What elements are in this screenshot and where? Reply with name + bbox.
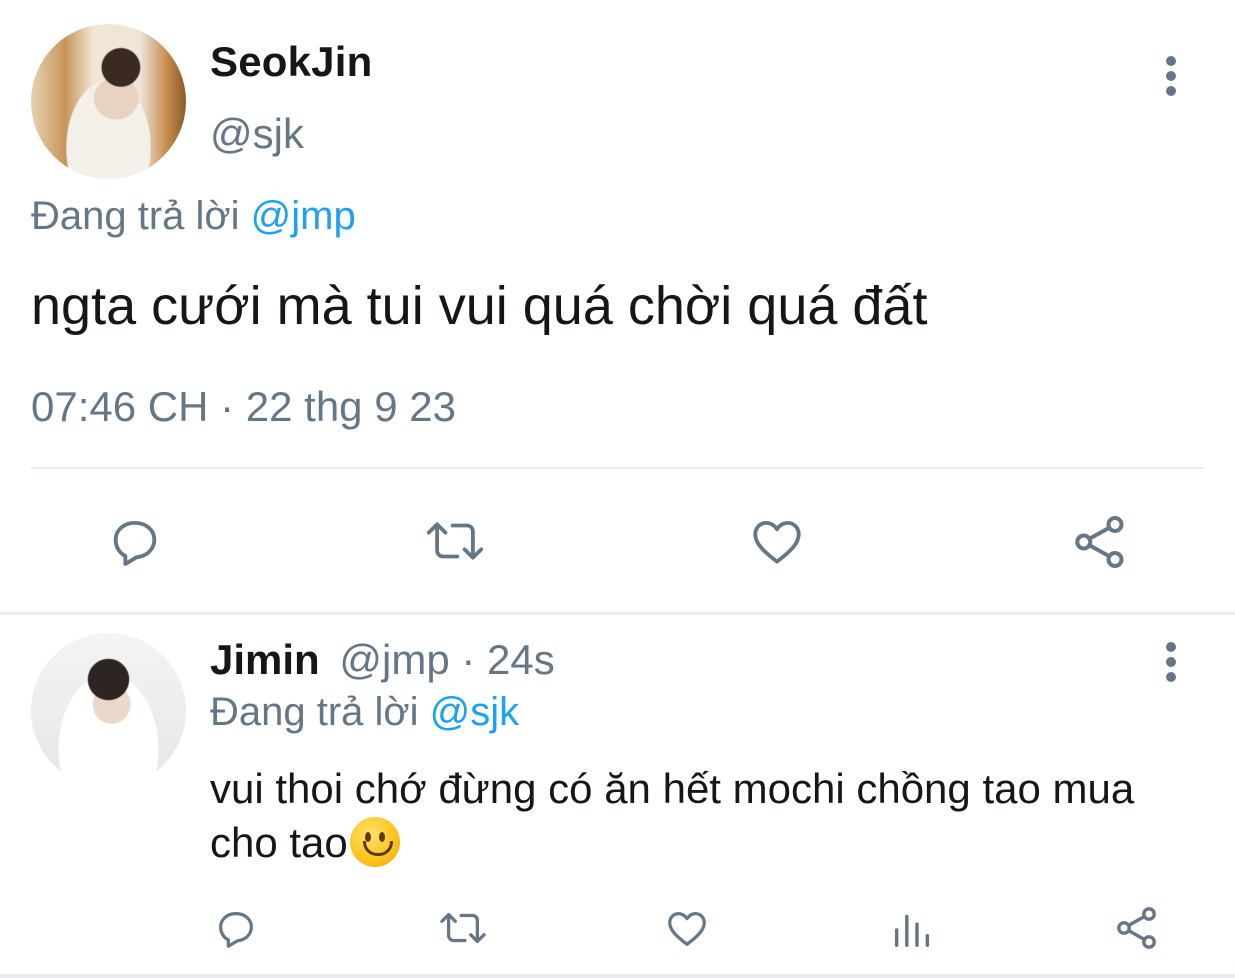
avatar[interactable] [31,24,186,179]
tweet-timestamp[interactable]: 07:46 CH · 22 thg 9 23 [31,383,456,431]
avatar[interactable] [31,633,186,788]
replying-to-label: Đang trả lời [31,194,251,238]
more-options-icon[interactable] [1156,640,1186,684]
more-options-icon[interactable] [1156,54,1186,98]
handle-and-time[interactable]: @jmp · 24s [339,636,554,683]
bar-chart-icon[interactable] [889,905,935,951]
display-name[interactable]: SeokJin [210,38,372,86]
heart-icon[interactable] [748,512,806,570]
heart-icon[interactable] [664,905,710,951]
divider [0,974,1235,978]
user-handle[interactable]: @sjk [210,110,304,158]
tweet-text: vui thoi chớ đừng có ăn hết mochi chồng … [210,762,1200,870]
tweet-text-content: vui thoi chớ đừng có ăn hết mochi chồng … [210,765,1135,866]
mention-link[interactable]: @jmp [251,194,356,238]
replying-to-line: Đang trả lời @sjk [210,690,519,735]
comment-icon[interactable] [213,905,259,951]
tweet-text: ngta cưới mà tui vui quá chời quá đất [31,276,928,336]
retweet-icon[interactable] [424,512,486,570]
replying-to-label: Đang trả lời [210,690,430,734]
reply-header: Jimin @jmp · 24s [210,636,555,684]
divider [31,467,1204,469]
display-name[interactable]: Jimin [210,636,320,683]
share-icon[interactable] [1113,904,1161,952]
replying-to-line: Đang trả lời @jmp [31,194,356,239]
tweet-thread: SeokJin @sjk Đang trả lời @jmp ngta cưới… [0,0,1235,978]
slightly-smiling-face-emoji [349,817,400,867]
divider [0,612,1235,615]
comment-icon[interactable] [106,512,164,570]
retweet-icon[interactable] [438,905,488,951]
main-tweet: SeokJin @sjk Đang trả lời @jmp ngta cưới… [0,0,1235,612]
share-icon[interactable] [1070,512,1130,572]
mention-link[interactable]: @sjk [430,690,520,734]
